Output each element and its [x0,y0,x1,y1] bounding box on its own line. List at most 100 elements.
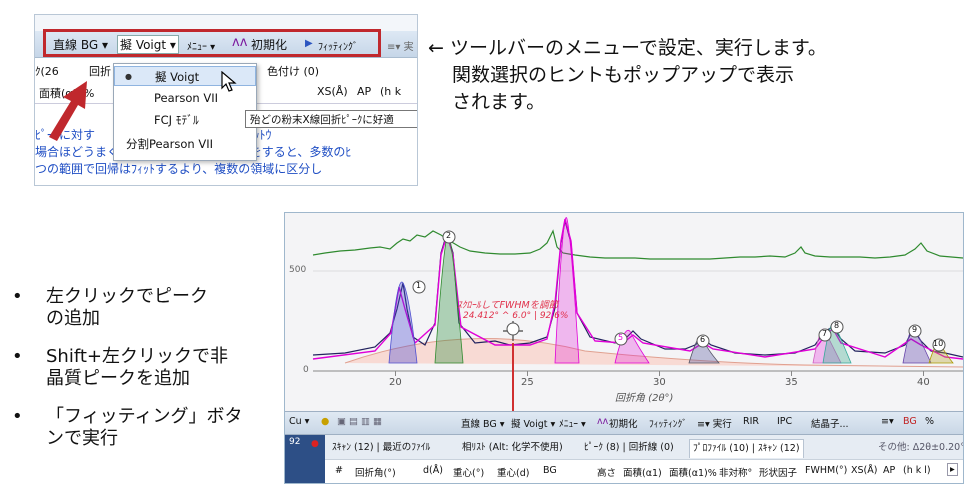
toolbar-highlight-box [43,29,381,57]
x-tick-label: 40 [917,377,930,388]
column-header[interactable]: 非対称° [719,465,752,479]
bullet-text: 晶質ピークを追加 [46,368,190,389]
peak-label: 1 [416,281,422,290]
plot-svg [312,217,963,411]
bullet-mark: • [12,406,23,427]
peak-label: 7 [822,329,828,338]
column-header[interactable]: AP [883,465,895,476]
x-axis-label: 回折角 (2θ°) [615,393,674,404]
menu-dropdown[interactable]: ﾒﾆｭｰ ▾ [559,416,586,430]
bullet-item: • 「フィッティング」ボタ ンで実行 [12,406,243,450]
y-tick-500: 500 [289,265,307,275]
bullet-mark: • [12,286,23,307]
ipc-button[interactable]: IPC [777,416,792,427]
fitting-button[interactable]: ﾌｨｯﾃｨﾝｸﾞ [649,416,687,430]
column-header[interactable]: 面積(α1)% [669,465,717,479]
y-tick-0: 0 [303,365,309,375]
column-header[interactable]: 高さ [597,465,616,479]
tube-dropdown[interactable]: Cu ▾ [289,416,309,427]
bg-dropdown[interactable]: 直線 BG ▾ [461,416,505,430]
menu-item-label: Pearson VII [154,91,218,105]
column-header[interactable]: 面積(α1) [623,465,662,479]
tab-color[interactable]: 色付け (0) [267,63,319,79]
side-panel: 92 ● [285,435,325,483]
tab-scan[interactable]: ｽｷｬﾝ (12) | 最近のﾌｧｲﾙ [329,439,433,457]
sun-icon[interactable]: ● [321,416,329,427]
peak-label: 8 [834,321,840,330]
note-line-3: されます。 [452,91,546,113]
x-tick-label: 20 [389,377,402,388]
note-line-1: ← ツールバーのメニューで設定、実行します。 [428,37,827,59]
column-header[interactable]: BG [543,465,557,476]
column-header[interactable]: XS(Å) [851,465,877,476]
x-tick-marks [395,371,924,376]
peak-label: 6 [700,335,706,344]
fwhm-hint: ｽｸﾛｰﾙしてFWHMを調節 [457,300,559,311]
tool-icons[interactable]: ▣ ▤ ▥ ▦ [337,416,382,427]
bullet-text: ンで実行 [46,428,118,449]
note-line-2: 関数選択のヒントもポップアップで表示 [452,64,795,86]
peak-markers [412,230,946,352]
bg-toggle[interactable]: BG [903,416,917,427]
profile-screenshot: 500 0 20 25 30 35 40 回折角 (2θ°) ｽｸﾛｰﾙしてFW… [284,212,964,484]
menu-item-split-pearson[interactable]: 分割Pearson VII [114,134,256,154]
green-curve [312,229,963,260]
bullet-text: 「フィッティング」ボタ [46,406,243,427]
main-toolbar: Cu ▾ ● ▣ ▤ ▥ ▦ 直線 BG ▾ 擬 Voigt ▾ ﾒﾆｭｰ ▾ … [285,411,963,435]
tab-bar: ｽｷｬﾝ (12) | 最近のﾌｧｲﾙ 相ﾘｽﾄ (Alt: 化学不使用) ﾋﾟ… [285,435,963,459]
crystallite-button[interactable]: 結晶子... [811,416,849,430]
x-tick-label: 35 [785,377,798,388]
rir-button[interactable]: RIR [743,416,759,427]
menu-item-label: FCJ ﾓﾃﾞﾙ [154,113,199,127]
menu-item-fcj[interactable]: FCJ ﾓﾃﾞﾙ [114,110,256,130]
help-line: つの範囲で回帰はﾌｨｯﾄするより、複数の領域に区分し [35,162,323,176]
bullet-text: 左クリックでピーク [46,286,208,307]
peak-label: 2 [446,231,452,240]
table-header: # 回折角(°) d(Å) 重心(°) 重心(d) BG 高さ 面積(α1) 面… [285,459,963,483]
column-header[interactable]: 形状因子 [759,465,797,479]
bullet-item: • Shift+左クリックで非 晶質ピークを追加 [12,346,228,390]
tolerance-setting[interactable]: その他: Δ2θ±0.20° [875,439,963,457]
peak-label: 9 [912,325,918,334]
bullet-mark: • [12,346,23,367]
column-header[interactable]: 回折角(°) [355,465,396,479]
bullet-item: • 左クリックでピーク の追加 [12,286,208,330]
x-tick-label: 25 [521,377,534,388]
peak-readout: 24.412° ^ 6.0° | 92.6% [463,311,569,321]
peak-label: 5 [618,333,624,342]
bullet-text: Shift+左クリックで非 [46,346,228,367]
list-dropdown[interactable]: ≡▾ [881,416,894,427]
tab-peaks[interactable]: ﾋﾟｰｸ (8) | 回折線 (0) [581,439,677,457]
percent-toggle[interactable]: % [925,416,934,427]
column-header: (h k [380,85,402,98]
peak-1 [388,281,418,364]
init-button[interactable]: 初期化 [609,416,638,430]
run-dropdown[interactable]: ≡▾ 実行 [697,416,732,430]
column-header[interactable]: 重心(°) [453,465,484,479]
menu-item-label: 分割Pearson VII [126,137,213,151]
column-header[interactable]: # [335,465,343,476]
tab-profile[interactable]: ﾌﾟﾛﾌｧｲﾙ (10) | ｽｷｬﾝ (12) [689,439,804,458]
column-header[interactable]: 重心(d) [497,465,529,479]
tab-phase-list[interactable]: 相ﾘｽﾄ (Alt: 化学不使用) [459,439,566,457]
bullet-text: の追加 [46,308,100,329]
column-header: XS(Å) [317,85,348,98]
side-panel-number: 92 [289,437,301,447]
menu-item-label: 擬 Voigt [155,70,200,84]
diffraction-plot[interactable]: 500 0 20 25 30 35 40 回折角 (2θ°) ｽｸﾛｰﾙしてFW… [285,213,963,411]
column-header[interactable]: (h k l) [903,465,931,476]
function-dropdown[interactable]: 擬 Voigt ▾ [511,416,555,430]
scroll-right-icon[interactable]: ▸ [947,463,958,476]
mouse-cursor-icon [221,71,237,92]
selected-dot-icon: ● [125,72,132,81]
init-icon: ʌʌ [597,416,609,427]
x-tick-label: 30 [653,377,666,388]
record-icon[interactable]: ● [311,439,319,449]
column-header[interactable]: d(Å) [423,465,443,476]
tooltip: 殆どの粉末X線回折ﾋﾟｰｸに好適 [245,110,417,128]
peak-label: 10 [933,339,944,348]
column-header: AP [357,85,372,98]
run-dropdown[interactable]: ≡▾ 実 [387,38,414,53]
column-header[interactable]: FWHM(°) [805,465,847,476]
menu-screenshot: 直線 BG ▾ 擬 Voigt ▾ ﾒﾆｭｰ ▾ ʌʌ 初期化 ▶ ﾌｨｯﾃｨﾝ… [34,14,418,186]
